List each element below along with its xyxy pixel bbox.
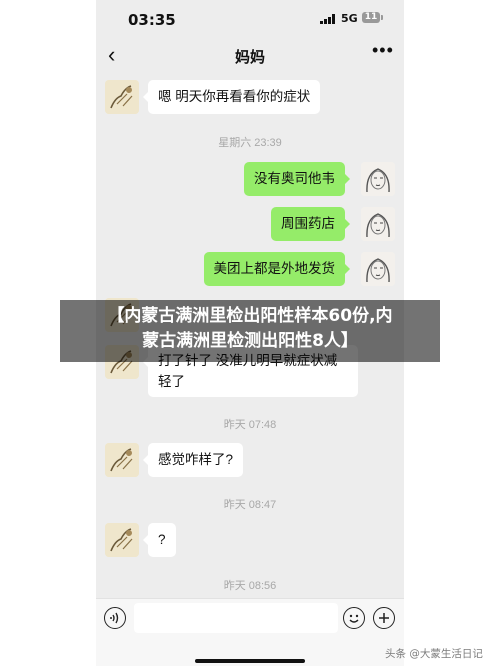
home-indicator [195,659,305,663]
message-text: 感觉咋样了? [158,452,234,467]
message-bubble[interactable]: 周围药店 [271,207,350,241]
message-text: ? [158,532,166,547]
more-options-button[interactable]: ••• [372,40,394,61]
painting-avatar-icon [105,443,139,477]
chat-header: ‹ 妈妈 ••• [96,36,404,76]
voice-icon[interactable] [104,607,126,629]
signal-icon [320,14,335,24]
portrait-avatar-icon [361,252,395,286]
painting-avatar-icon [105,80,139,114]
status-bar: 03:35 5G 11 [96,0,404,36]
watermark: 头条 @大蒙生活日记 [385,648,483,660]
headline-line-1: 【内蒙古满洲里检出阳性样本60份,内 [107,306,393,326]
avatar[interactable] [105,443,139,477]
portrait-avatar-icon [361,162,395,196]
message-timestamp: 昨天 08:47 [223,499,277,511]
avatar[interactable] [361,207,395,241]
avatar[interactable] [105,80,139,114]
headline-line-2: 蒙古满洲里检测出阳性8人】 [142,331,358,351]
message-bubble[interactable]: 美团上都是外地发货 [203,252,350,286]
message-input[interactable] [134,603,338,633]
message-text: 没有奥司他韦 [254,171,335,186]
avatar[interactable] [361,162,395,196]
message-bubble[interactable]: 感觉咋样了? [142,443,244,477]
message-bubble[interactable]: ? [143,523,176,557]
plus-icon[interactable] [373,607,395,629]
painting-avatar-icon [105,523,139,557]
avatar[interactable] [361,252,395,286]
network-label: 5G [341,12,358,25]
chat-title: 妈妈 [234,49,265,66]
message-text: 嗯 明天你再看看你的症状 [158,89,311,104]
message-timestamp: 昨天 07:48 [223,419,277,431]
battery-icon: 11 [362,12,383,23]
message-timestamp: 昨天 08:56 [223,580,277,592]
message-bubble[interactable]: 没有奥司他韦 [244,162,350,196]
message-timestamp: 星期六 23:39 [218,137,282,149]
emoji-icon[interactable] [343,607,365,629]
message-text: 周围药店 [281,216,335,231]
status-time: 03:35 [128,11,176,29]
message-text: 美团上都是外地发货 [213,261,336,276]
avatar[interactable] [105,523,139,557]
input-bar [96,598,404,666]
message-bubble[interactable]: 嗯 明天你再看看你的症状 [142,80,321,114]
headline-text: 【内蒙古满洲里检出阳性样本60份,内 蒙古满洲里检测出阳性8人】 [60,304,440,354]
portrait-avatar-icon [361,207,395,241]
